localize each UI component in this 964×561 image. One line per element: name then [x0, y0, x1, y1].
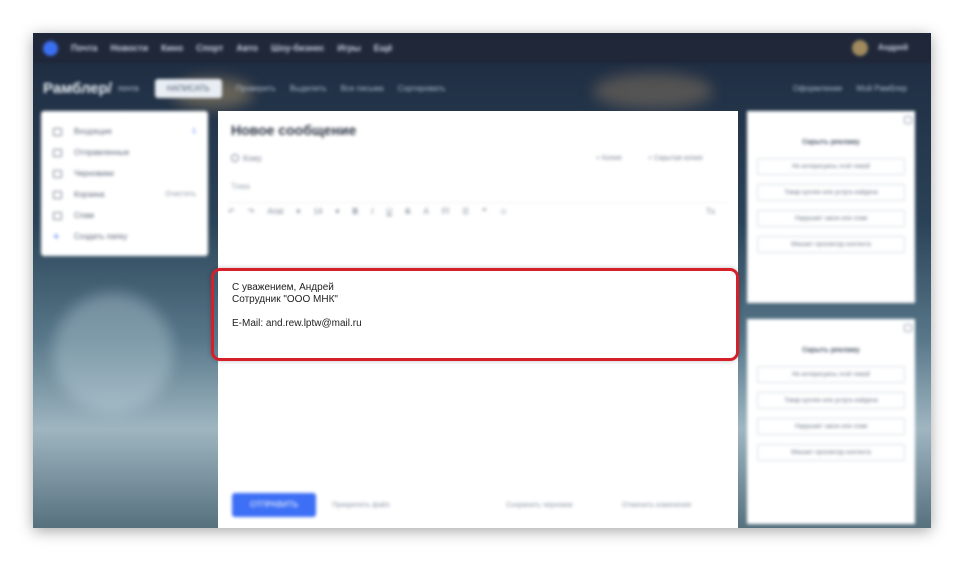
add-hidden-copy-link[interactable]: + Скрытая копия: [648, 155, 702, 162]
portal-topbar: Почта Новости Кино Спорт Авто Шоу-бизнес…: [33, 33, 931, 63]
user-avatar[interactable]: [852, 40, 868, 56]
header-action[interactable]: Сортировать: [398, 84, 446, 93]
send-button[interactable]: ОТПРАВИТЬ: [232, 493, 316, 517]
sidebar-item-drafts[interactable]: Черновики: [53, 163, 196, 184]
spam-icon: [53, 211, 62, 220]
sidebar-item-label: Входящие: [74, 127, 112, 136]
font-select[interactable]: Arial: [267, 207, 283, 216]
undo-icon[interactable]: ↶: [228, 207, 235, 216]
draft-icon: [53, 169, 62, 178]
logo[interactable]: Рамблер/: [43, 80, 112, 97]
topbar-link[interactable]: Спорт: [196, 43, 223, 53]
text-color-icon[interactable]: A: [424, 207, 429, 216]
header-action[interactable]: Мой Рамблер: [856, 84, 907, 93]
topbar-link[interactable]: Кино: [161, 43, 183, 53]
ad-panel: Скрыть рекламу Не интересуюсь этой темой…: [747, 111, 915, 303]
topbar-link[interactable]: Ещё: [374, 43, 393, 53]
background-color-icon[interactable]: Ff: [442, 207, 449, 216]
topbar-link[interactable]: Шоу-бизнес: [271, 43, 324, 53]
sidebar-item-inbox[interactable]: Входящие 1: [53, 121, 196, 142]
send-icon: [53, 148, 62, 157]
hide-ad-option[interactable]: Мешает просмотру контента: [757, 444, 905, 461]
topbar-link[interactable]: Новости: [110, 43, 148, 53]
scroll-icon[interactable]: [904, 324, 912, 332]
sidebar-item-spam[interactable]: Спам: [53, 205, 196, 226]
sidebar-item-sent[interactable]: Отправленные: [53, 142, 196, 163]
cancel-changes-link[interactable]: Отменить изменения: [622, 502, 691, 509]
hide-ad-option[interactable]: Не интересуюсь этой темой: [757, 158, 905, 175]
folder-sidebar: Входящие 1 Отправленные Черновики Корзин…: [41, 111, 208, 256]
unread-count: 1: [192, 128, 196, 135]
save-draft-link[interactable]: Сохранить черновик: [506, 502, 573, 509]
header-action[interactable]: Проверить: [236, 84, 276, 93]
topbar-link[interactable]: Игры: [337, 43, 360, 53]
write-button[interactable]: НАПИСАТЬ: [154, 78, 222, 98]
italic-icon[interactable]: I: [371, 207, 373, 216]
to-field[interactable]: Кому: [243, 154, 262, 163]
mail-header: Рамблер/ почта НАПИСАТЬ Проверить Выдели…: [33, 65, 931, 111]
hide-ad-title: Скрыть рекламу: [802, 139, 860, 146]
scroll-icon[interactable]: [904, 116, 912, 124]
ad-panel: Скрыть рекламу Не интересуюсь этой темой…: [747, 319, 915, 524]
sidebar-item-label: Отправленные: [74, 148, 130, 157]
redo-icon[interactable]: ↷: [248, 207, 255, 216]
quote-icon[interactable]: ❝: [482, 207, 486, 216]
emoji-icon[interactable]: ☺: [499, 207, 507, 216]
sidebar-item-label: Корзина: [74, 190, 105, 199]
inbox-icon: [53, 127, 62, 136]
attach-file-link[interactable]: Прикрепить файл: [332, 502, 390, 509]
hide-ad-option[interactable]: Нарушает закон или спам: [757, 418, 905, 435]
bold-icon[interactable]: B: [352, 207, 358, 216]
hide-ad-option[interactable]: Товар куплен или услуга найдена: [757, 392, 905, 409]
header-action[interactable]: Оформление: [793, 84, 843, 93]
hide-ad-option[interactable]: Нарушает закон или спам: [757, 210, 905, 227]
sidebar-item-trash[interactable]: Корзина Очистить: [53, 184, 196, 205]
sidebar-item-create-folder[interactable]: + Создать папку: [53, 226, 196, 247]
format-toolbar: ↶ ↷ Arial ▾ 14 ▾ B I U S A Ff ☰ ❝ ☺ Tx: [228, 202, 728, 220]
hide-ad-title: Скрыть рекламу: [802, 347, 860, 354]
bokeh-light: [53, 293, 173, 413]
logo-subtitle: почта: [117, 83, 139, 93]
hide-ad-option[interactable]: Мешает просмотру контента: [757, 236, 905, 253]
font-size-select[interactable]: 14: [313, 207, 322, 216]
sidebar-item-label: Создать папку: [74, 232, 128, 241]
chevron-down-icon[interactable]: ▾: [296, 207, 300, 216]
sidebar-item-label: Черновики: [74, 169, 114, 178]
signature-highlight-frame: [211, 268, 739, 361]
chevron-down-icon[interactable]: ▾: [335, 207, 339, 216]
user-name[interactable]: Андрей: [878, 43, 908, 52]
subject-field[interactable]: Тема: [231, 182, 250, 191]
contacts-icon[interactable]: [231, 154, 239, 162]
add-copy-link[interactable]: + Копия: [596, 155, 622, 162]
sidebar-item-label: Спам: [74, 211, 95, 220]
strikethrough-icon[interactable]: S: [405, 207, 410, 216]
hide-ad-option[interactable]: Не интересуюсь этой темой: [757, 366, 905, 383]
underline-icon[interactable]: U: [386, 207, 392, 216]
mail-count-badge[interactable]: [43, 40, 58, 56]
compose-title: Новое сообщение: [231, 122, 357, 138]
plus-icon: +: [53, 230, 60, 243]
header-action[interactable]: Все письма: [341, 84, 384, 93]
clear-format-icon[interactable]: Tx: [706, 207, 715, 216]
topbar-link[interactable]: Авто: [236, 43, 258, 53]
list-icon[interactable]: ☰: [462, 207, 469, 216]
empty-trash-link[interactable]: Очистить: [166, 191, 196, 198]
hide-ad-option[interactable]: Товар куплен или услуга найдена: [757, 184, 905, 201]
topbar-link[interactable]: Почта: [71, 43, 97, 53]
trash-icon: [53, 190, 62, 199]
header-action[interactable]: Выделить: [290, 84, 327, 93]
